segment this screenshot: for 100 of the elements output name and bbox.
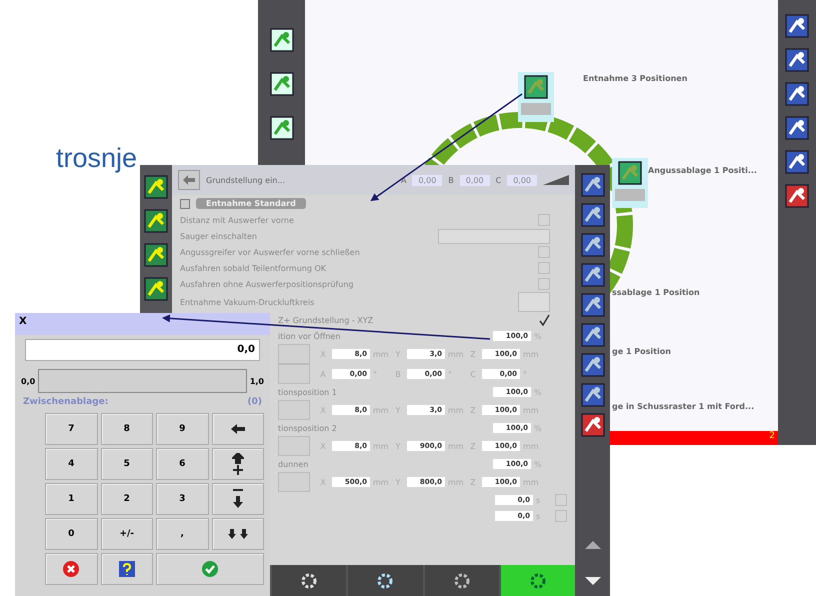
option-label: Z+ Grundstellung - XYZ bbox=[278, 316, 374, 324]
checkbox[interactable] bbox=[538, 214, 550, 226]
axis-value: 0,00 bbox=[507, 174, 537, 186]
tile-icon[interactable] bbox=[618, 161, 642, 185]
station-label: ge in Schussraster 1 mit Ford... bbox=[612, 402, 754, 411]
double-down-icon bbox=[228, 529, 248, 539]
section-label: dunnen bbox=[278, 460, 310, 468]
station-node[interactable] bbox=[518, 72, 554, 122]
checkmark-icon bbox=[202, 561, 218, 577]
cancel-key[interactable] bbox=[45, 553, 98, 585]
unit-label: ° bbox=[373, 370, 378, 378]
tile-icon[interactable] bbox=[580, 293, 604, 317]
clipboard-label: Zwischenablage: bbox=[23, 397, 108, 407]
tile-icon[interactable] bbox=[270, 116, 294, 140]
option-label: Entnahme Vakuum-Druckluftkreis bbox=[180, 298, 316, 306]
key[interactable]: 1 bbox=[45, 483, 98, 515]
tile-icon[interactable] bbox=[580, 173, 604, 197]
tile-icon[interactable] bbox=[144, 277, 168, 301]
option-label: Ausfahren ohne Auswerferpositionsprüfung bbox=[180, 280, 354, 288]
gear-icon bbox=[301, 572, 318, 588]
header-title: Grundstellung ein... bbox=[206, 176, 286, 184]
value-display[interactable]: 0,0 bbox=[25, 339, 260, 361]
start-button[interactable] bbox=[500, 565, 575, 596]
station-label: Angussablage 1 Positi... bbox=[648, 166, 757, 175]
tile-icon[interactable] bbox=[785, 116, 809, 140]
backspace-key[interactable] bbox=[212, 413, 264, 445]
unit-label: ° bbox=[448, 370, 453, 378]
decrement-key[interactable] bbox=[212, 483, 264, 515]
key[interactable]: 5 bbox=[100, 448, 153, 480]
down-arrow-icon[interactable] bbox=[584, 577, 600, 585]
tile-icon[interactable] bbox=[580, 263, 604, 287]
gear-icon bbox=[377, 572, 394, 588]
station-node[interactable] bbox=[612, 158, 648, 208]
axis-value: 0,00 bbox=[460, 174, 490, 186]
gear-icon bbox=[454, 572, 470, 588]
check-button[interactable] bbox=[518, 292, 550, 312]
tile-icon[interactable] bbox=[580, 413, 604, 437]
help-key[interactable] bbox=[100, 553, 153, 585]
checkbox[interactable] bbox=[555, 494, 567, 506]
tile-icon[interactable] bbox=[785, 82, 809, 106]
tile-icon[interactable] bbox=[785, 14, 809, 38]
range-track[interactable] bbox=[38, 369, 247, 393]
tile-icon[interactable] bbox=[785, 48, 809, 72]
option-label: Ausfahren sobald Teilentformung OK bbox=[180, 264, 328, 272]
key[interactable]: 3 bbox=[156, 483, 208, 515]
clipboard-count: (0) bbox=[248, 397, 262, 407]
unit-label: ° bbox=[523, 370, 528, 378]
left-arrow-icon bbox=[230, 424, 245, 434]
axis-label: C bbox=[496, 176, 502, 184]
section-label: ition vor Öffnen bbox=[278, 332, 342, 340]
up-arrow-icon[interactable] bbox=[584, 541, 600, 549]
toolbar-button[interactable] bbox=[424, 565, 499, 596]
key[interactable]: 8 bbox=[100, 413, 153, 445]
tile-icon[interactable] bbox=[144, 209, 168, 233]
tile-icon[interactable] bbox=[270, 28, 294, 52]
section-label: tionsposition 1 bbox=[278, 388, 338, 396]
min-label: 0,0 bbox=[21, 376, 36, 386]
toolbar-button[interactable] bbox=[348, 565, 422, 596]
checkbox[interactable] bbox=[538, 278, 550, 290]
tile-icon[interactable] bbox=[524, 75, 548, 99]
unit-label: % bbox=[534, 388, 543, 396]
slide-title: trosnje bbox=[56, 143, 138, 174]
tile-icon[interactable] bbox=[144, 175, 168, 199]
tile-icon[interactable] bbox=[580, 383, 604, 407]
checkbox[interactable] bbox=[538, 262, 550, 274]
station-label: ssablage 1 Position bbox=[612, 288, 700, 297]
key[interactable]: 4 bbox=[45, 448, 98, 480]
tile-icon[interactable] bbox=[580, 323, 604, 347]
key[interactable]: , bbox=[156, 518, 208, 550]
tile-icon[interactable] bbox=[785, 150, 809, 174]
tile-icon[interactable] bbox=[144, 243, 168, 267]
option-label: Sauger einschalten bbox=[180, 232, 258, 240]
tile-icon[interactable] bbox=[580, 353, 604, 377]
back-button[interactable] bbox=[178, 170, 200, 190]
signal-icon bbox=[543, 175, 569, 185]
increment-key[interactable] bbox=[212, 448, 264, 480]
key[interactable]: 0 bbox=[45, 518, 98, 550]
key[interactable]: +/- bbox=[100, 518, 153, 550]
gear-icon bbox=[530, 572, 546, 588]
up-plus-icon bbox=[232, 453, 244, 475]
checkbox[interactable] bbox=[538, 246, 550, 258]
unit-label: % bbox=[534, 332, 543, 340]
tile-icon[interactable] bbox=[270, 72, 294, 96]
unit-label: % bbox=[534, 424, 543, 432]
unit-label: % bbox=[534, 460, 543, 468]
tile-icon[interactable] bbox=[785, 184, 809, 208]
tile-icon[interactable] bbox=[580, 233, 604, 257]
option-label: Distanz mit Auswerfer vorne bbox=[180, 216, 295, 224]
key[interactable]: 6 bbox=[156, 448, 208, 480]
section-label: tionsposition 2 bbox=[278, 424, 338, 432]
checkbox[interactable] bbox=[538, 314, 550, 326]
tile-icon[interactable] bbox=[580, 203, 604, 227]
checkbox[interactable] bbox=[555, 510, 567, 522]
key[interactable]: 2 bbox=[100, 483, 153, 515]
check-icon bbox=[538, 314, 550, 326]
toolbar-button[interactable] bbox=[272, 565, 346, 596]
max-label: 1,0 bbox=[250, 376, 264, 386]
key[interactable]: 7 bbox=[45, 413, 98, 445]
key[interactable]: 9 bbox=[156, 413, 208, 445]
double-down-key[interactable] bbox=[212, 518, 264, 550]
